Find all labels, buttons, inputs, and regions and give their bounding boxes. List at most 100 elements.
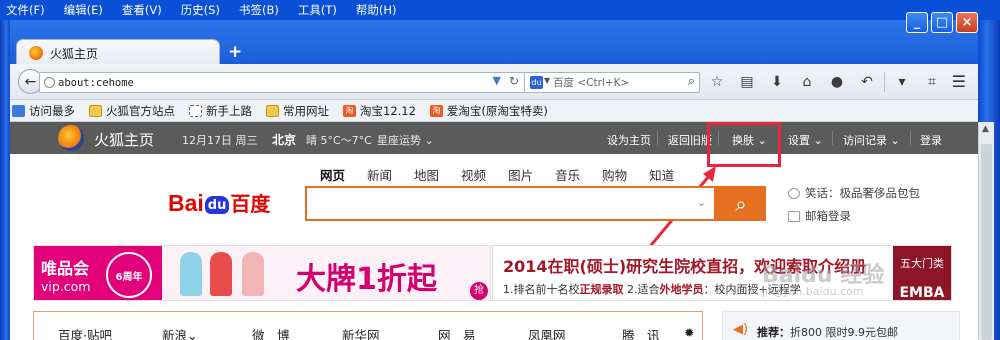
site-links-panel: 百度·贴吧 新浪⌄ 微 博 新华网 网 易 凤凰网 腾 讯 ✹ (33, 311, 703, 340)
tab-music[interactable]: 音乐 (555, 165, 580, 184)
tab-zhidao[interactable]: 知道 (649, 165, 674, 184)
chat-icon[interactable]: ● (822, 71, 852, 93)
toolbar-icons: ☆ ▤ ⬇ ⌂ ● ↶ ▾ ⌗ (702, 71, 947, 93)
firefox-icon (29, 46, 43, 60)
login-link[interactable]: 登录 (920, 132, 942, 148)
tab-label: 火狐主页 (50, 46, 99, 61)
search-engine-icon[interactable]: du (530, 76, 543, 89)
tab-web[interactable]: 网页 (320, 165, 345, 184)
horoscope-link[interactable]: 星座运势 ⌄ (377, 132, 434, 148)
vertical-scrollbar[interactable]: ▲ (978, 122, 994, 340)
site-link-weibo[interactable]: 微 博 (252, 325, 290, 340)
crop-icon[interactable]: ⌗ (917, 71, 947, 93)
site-link-baidu-tieba[interactable]: 百度·贴吧 (58, 325, 112, 340)
history-link[interactable]: 访问记录 ⌄ (843, 132, 900, 148)
minimize-button[interactable]: _ (906, 12, 928, 33)
baidu-logo[interactable]: Bai du 百度 (168, 188, 270, 217)
bookmark-taobao[interactable]: 淘淘宝12.12 (343, 103, 416, 119)
window-controls: _ □ × (906, 12, 978, 33)
baidu-paw-icon: du (204, 196, 230, 214)
gear-icon[interactable]: ✹ (684, 325, 694, 340)
scrollbar-thumb[interactable] (981, 144, 992, 340)
site-link-netease[interactable]: 网 易 (438, 325, 476, 340)
dress-image (210, 252, 232, 296)
home-icon[interactable]: ⌂ (792, 71, 822, 93)
taobao-icon: 淘 (429, 104, 443, 117)
taobao-icon: 淘 (343, 104, 356, 117)
chevron-down-icon[interactable]: ⌄ (697, 196, 706, 209)
joke-link[interactable]: 笑话：极品奢侈品包包 (788, 185, 920, 201)
dress-image (242, 252, 264, 296)
site-link-sina[interactable]: 新浪⌄ (162, 325, 197, 340)
site-link-ifeng[interactable]: 凤凰网 (528, 325, 566, 340)
firefox-logo-icon[interactable] (58, 125, 84, 151)
menu-history[interactable]: 历史(S) (181, 2, 220, 18)
recommend-notice[interactable]: ◀) 推荐：折800 限时9.9元包邮 (722, 311, 960, 340)
weather-text[interactable]: 晴 5°C～7°C (306, 132, 372, 148)
reload-icon[interactable]: ↻ (509, 74, 519, 88)
mail-login-link[interactable]: 邮箱登录 (788, 208, 920, 224)
search-placeholder[interactable]: 百度 <Ctrl+K> (553, 75, 629, 90)
url-bar[interactable]: about:cehome ▼ ↻ (39, 72, 526, 93)
page-title[interactable]: 火狐主页 (94, 129, 154, 150)
tab-images[interactable]: 图片 (508, 165, 533, 184)
bookmark-getting-started[interactable]: 新手上路 (189, 103, 252, 119)
mail-login-text: 邮箱登录 (805, 209, 851, 223)
school-ad-subtitle: 1.排名前十名校正规录取 2.适合外地学员：校内面授+远程学 (503, 281, 801, 297)
tab-map[interactable]: 地图 (414, 165, 439, 184)
page-header: 火狐主页 12月17日 周三 北京 晴 5°C～7°C 星座运势 ⌄ 设为主页 … (10, 122, 978, 154)
star-icon[interactable]: ☆ (702, 71, 732, 93)
search-input[interactable]: ⌄ (305, 186, 716, 221)
old-version-link[interactable]: 返回旧版 (668, 132, 712, 148)
tab-strip: 火狐主页 + (10, 20, 978, 66)
notice-label: 推荐： (757, 326, 790, 339)
site-link-tencent[interactable]: 腾 讯 (622, 325, 660, 340)
menu-bookmarks[interactable]: 书签(B) (239, 2, 279, 18)
bookmark-most-visited[interactable]: 访问最多 (12, 103, 75, 119)
close-button[interactable]: × (956, 12, 978, 33)
toolbar-separator (884, 72, 885, 92)
menu-help[interactable]: 帮助(H) (356, 2, 397, 18)
new-tab-button[interactable]: + (228, 42, 242, 62)
menu-edit[interactable]: 编辑(E) (64, 2, 103, 18)
tab-home[interactable]: 火狐主页 (16, 39, 220, 66)
search-engine-dropdown-icon[interactable]: ▼ (544, 76, 550, 85)
grab-badge: 抢 (470, 282, 488, 300)
maximize-button[interactable]: □ (931, 12, 953, 33)
search-icon[interactable]: ⌕ (688, 74, 695, 89)
download-icon[interactable]: ⬇ (762, 71, 792, 93)
set-homepage-link[interactable]: 设为主页 (607, 132, 651, 148)
menu-view[interactable]: 查看(V) (122, 2, 162, 18)
tab-video[interactable]: 视频 (461, 165, 486, 184)
reading-list-icon[interactable]: ▤ (732, 71, 762, 93)
url-dropdown-icon[interactable]: ▼ (493, 74, 501, 87)
bookmark-ai-taobao[interactable]: 淘爱淘宝(原淘宝特卖) (429, 103, 548, 119)
tab-shopping[interactable]: 购物 (602, 165, 627, 184)
watermark-url: jingyan.baidu.com (762, 285, 864, 298)
settings-link[interactable]: 设置 ⌄ (788, 132, 823, 148)
bookmark-label: 火狐官方站点 (106, 103, 175, 118)
search-button[interactable]: ⌕ (716, 186, 766, 221)
menu-tools[interactable]: 工具(T) (298, 2, 337, 18)
date-text: 12月17日 周三 (182, 134, 258, 147)
mail-icon (788, 210, 800, 222)
menu-bar: 文件(F) 编辑(E) 查看(V) 历史(S) 书签(B) 工具(T) 帮助(H… (0, 0, 1000, 20)
menu-file[interactable]: 文件(F) (6, 2, 45, 18)
city-link[interactable]: 北京 (272, 131, 296, 148)
back-arrow-icon: ← (24, 73, 37, 90)
dress-image (180, 252, 202, 296)
ad-text-bold: 正规录取 (579, 283, 624, 296)
site-link-xinhua[interactable]: 新华网 (342, 325, 380, 340)
search-bar[interactable]: du ▼ 百度 <Ctrl+K> ⌕ (524, 72, 700, 93)
dropdown-icon[interactable]: ▾ (887, 71, 917, 93)
undo-icon[interactable]: ↶ (852, 71, 882, 93)
bookmark-firefox-official[interactable]: 火狐官方站点 (89, 103, 175, 119)
tab-news[interactable]: 新闻 (367, 165, 392, 184)
page-icon (189, 104, 202, 117)
bookmark-common-sites[interactable]: 常用网址 (266, 103, 329, 119)
url-text[interactable]: about:cehome (58, 77, 134, 89)
vip-ad-banner[interactable]: 唯品会 vip.com 6周年 大牌1折起 抢 (33, 245, 491, 301)
scroll-up-icon[interactable]: ▲ (982, 124, 989, 134)
menu-icon[interactable]: ☰ (952, 72, 966, 91)
ad-text: 2.适合 (623, 283, 660, 296)
